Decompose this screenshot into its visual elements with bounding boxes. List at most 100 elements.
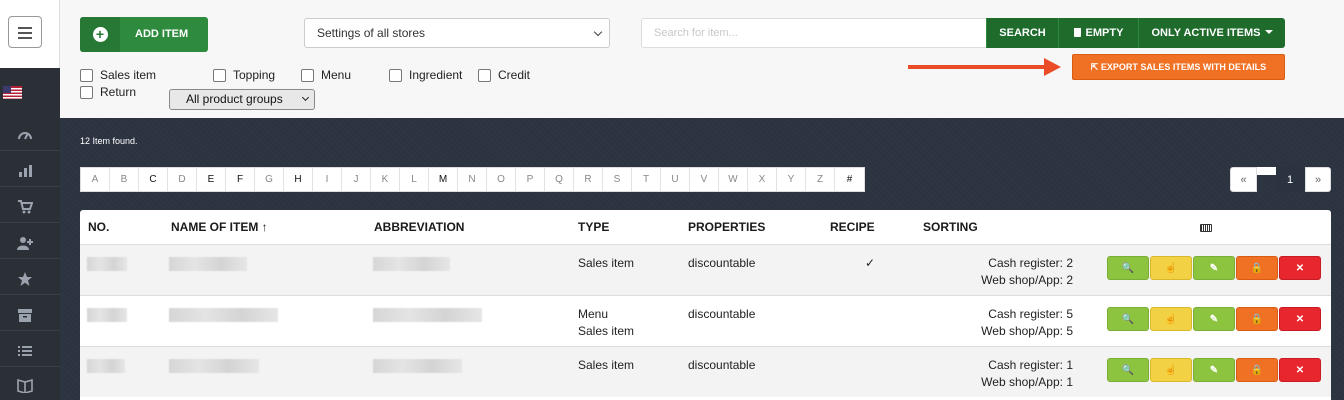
- alphabet-letter[interactable]: L: [400, 168, 429, 191]
- search-input[interactable]: [641, 18, 987, 48]
- select-button[interactable]: ☝: [1150, 307, 1192, 331]
- alphabet-letter[interactable]: F: [226, 168, 255, 191]
- filter-credit[interactable]: Credit: [478, 68, 530, 82]
- alphabet-letter[interactable]: O: [487, 168, 516, 191]
- alphabet-letter[interactable]: J: [342, 168, 371, 191]
- view-button[interactable]: 🔍: [1107, 358, 1149, 382]
- checkbox[interactable]: [301, 68, 314, 82]
- alphabet-letter[interactable]: K: [371, 168, 400, 191]
- filter-ingredient[interactable]: Ingredient: [389, 68, 462, 82]
- star-icon[interactable]: [14, 268, 36, 290]
- lock-button[interactable]: 🔒: [1236, 307, 1278, 331]
- plus-icon: +: [80, 17, 120, 52]
- pagination-prev[interactable]: «: [1230, 167, 1257, 192]
- checkbox[interactable]: [389, 68, 402, 82]
- row-actions: 🔍 ☝ ✎ 🔒 ✕: [1107, 358, 1321, 382]
- alphabet-letter[interactable]: B: [110, 168, 139, 191]
- alphabet-filter: A B C D E F G H I J K L M N O P Q R S T U V W X Y Z #: [80, 167, 865, 192]
- speedometer-icon[interactable]: [14, 124, 36, 146]
- filter-return[interactable]: Return: [80, 85, 136, 99]
- keyboard-icon[interactable]: [1200, 224, 1212, 232]
- lock-button[interactable]: 🔒: [1236, 256, 1278, 280]
- column-header-name[interactable]: NAME OF ITEM ↑: [171, 220, 268, 234]
- alphabet-letter[interactable]: Z: [806, 168, 835, 191]
- redacted-name: [169, 359, 259, 373]
- lock-button[interactable]: 🔒: [1236, 358, 1278, 382]
- filter-sales-item[interactable]: Sales item: [80, 68, 156, 82]
- only-active-items-dropdown[interactable]: ONLY ACTIVE ITEMS: [1138, 18, 1285, 48]
- alphabet-letter[interactable]: S: [603, 168, 632, 191]
- us-flag-icon[interactable]: [3, 86, 22, 99]
- alphabet-letter[interactable]: G: [255, 168, 284, 191]
- alphabet-letter[interactable]: X: [748, 168, 777, 191]
- column-header-abbreviation[interactable]: ABBREVIATION: [374, 220, 464, 234]
- view-button[interactable]: 🔍: [1107, 256, 1149, 280]
- redacted-abbreviation: [373, 257, 450, 271]
- product-group-select[interactable]: All product groups: [169, 89, 315, 110]
- alphabet-letter[interactable]: W: [719, 168, 748, 191]
- search-button[interactable]: SEARCH: [986, 18, 1058, 48]
- alphabet-letter[interactable]: H: [284, 168, 313, 191]
- menu-icon[interactable]: [8, 16, 42, 48]
- export-button-label: EXPORT SALES ITEMS WITH DETAILS: [1100, 62, 1267, 72]
- search-icon: 🔍: [1121, 364, 1135, 376]
- column-header-recipe[interactable]: RECIPE: [830, 220, 875, 234]
- archive-icon[interactable]: [14, 304, 36, 326]
- column-header-no[interactable]: NO.: [88, 220, 109, 234]
- edit-button[interactable]: ✎: [1193, 307, 1235, 331]
- delete-button[interactable]: ✕: [1279, 358, 1321, 382]
- alphabet-letter[interactable]: N: [458, 168, 487, 191]
- bar-chart-icon[interactable]: [14, 160, 36, 182]
- checkbox[interactable]: [80, 68, 93, 82]
- column-header-sorting[interactable]: SORTING: [923, 220, 978, 234]
- column-header-properties[interactable]: PROPERTIES: [688, 220, 765, 234]
- edit-button[interactable]: ✎: [1193, 358, 1235, 382]
- hand-icon: ☝: [1164, 364, 1178, 376]
- add-item-label: ADD ITEM: [135, 28, 189, 40]
- alphabet-letter[interactable]: P: [516, 168, 545, 191]
- search-icon: 🔍: [1121, 262, 1135, 274]
- delete-button[interactable]: ✕: [1279, 256, 1321, 280]
- checkbox[interactable]: [213, 68, 226, 82]
- checkbox[interactable]: [80, 85, 93, 99]
- cart-icon[interactable]: [14, 196, 36, 218]
- alphabet-letter[interactable]: U: [661, 168, 690, 191]
- store-settings-select[interactable]: Settings of all stores: [304, 18, 610, 48]
- alphabet-letter[interactable]: E: [197, 168, 226, 191]
- alphabet-letter[interactable]: M: [429, 168, 458, 191]
- alphabet-letter[interactable]: V: [690, 168, 719, 191]
- alphabet-letter[interactable]: I: [313, 168, 342, 191]
- filter-menu[interactable]: Menu: [301, 68, 351, 82]
- filter-topping[interactable]: Topping: [213, 68, 275, 82]
- alphabet-letter[interactable]: T: [632, 168, 661, 191]
- annotation-arrow-line: [908, 65, 1048, 69]
- add-item-button[interactable]: + ADD ITEM: [80, 17, 208, 52]
- type-cell: Sales item: [578, 358, 635, 372]
- alphabet-letter[interactable]: D: [168, 168, 197, 191]
- export-sales-items-button[interactable]: ⇱ EXPORT SALES ITEMS WITH DETAILS: [1072, 54, 1285, 80]
- view-button[interactable]: 🔍: [1107, 307, 1149, 331]
- filter-label: Credit: [498, 68, 531, 82]
- items-found-count: 12 Item found.: [80, 136, 138, 146]
- redacted-number: [87, 308, 127, 322]
- select-button[interactable]: ☝: [1150, 256, 1192, 280]
- alphabet-letter[interactable]: #: [835, 168, 864, 191]
- alphabet-letter[interactable]: A: [81, 168, 110, 191]
- select-button[interactable]: ☝: [1150, 358, 1192, 382]
- alphabet-letter[interactable]: Q: [545, 168, 574, 191]
- product-group-value: All product groups: [186, 92, 283, 106]
- list-icon[interactable]: [14, 340, 36, 362]
- edit-button[interactable]: ✎: [1193, 256, 1235, 280]
- add-user-icon[interactable]: [14, 232, 36, 254]
- pagination-page-1[interactable]: 1: [1276, 167, 1304, 192]
- checkbox[interactable]: [478, 68, 491, 82]
- column-header-type[interactable]: TYPE: [578, 220, 609, 234]
- filter-label: Return: [100, 85, 137, 99]
- pagination-next[interactable]: »: [1305, 167, 1331, 192]
- book-icon[interactable]: [14, 374, 36, 396]
- alphabet-letter[interactable]: R: [574, 168, 603, 191]
- delete-button[interactable]: ✕: [1279, 307, 1321, 331]
- alphabet-letter[interactable]: C: [139, 168, 168, 191]
- empty-button[interactable]: EMPTY: [1058, 18, 1138, 48]
- alphabet-letter[interactable]: Y: [777, 168, 806, 191]
